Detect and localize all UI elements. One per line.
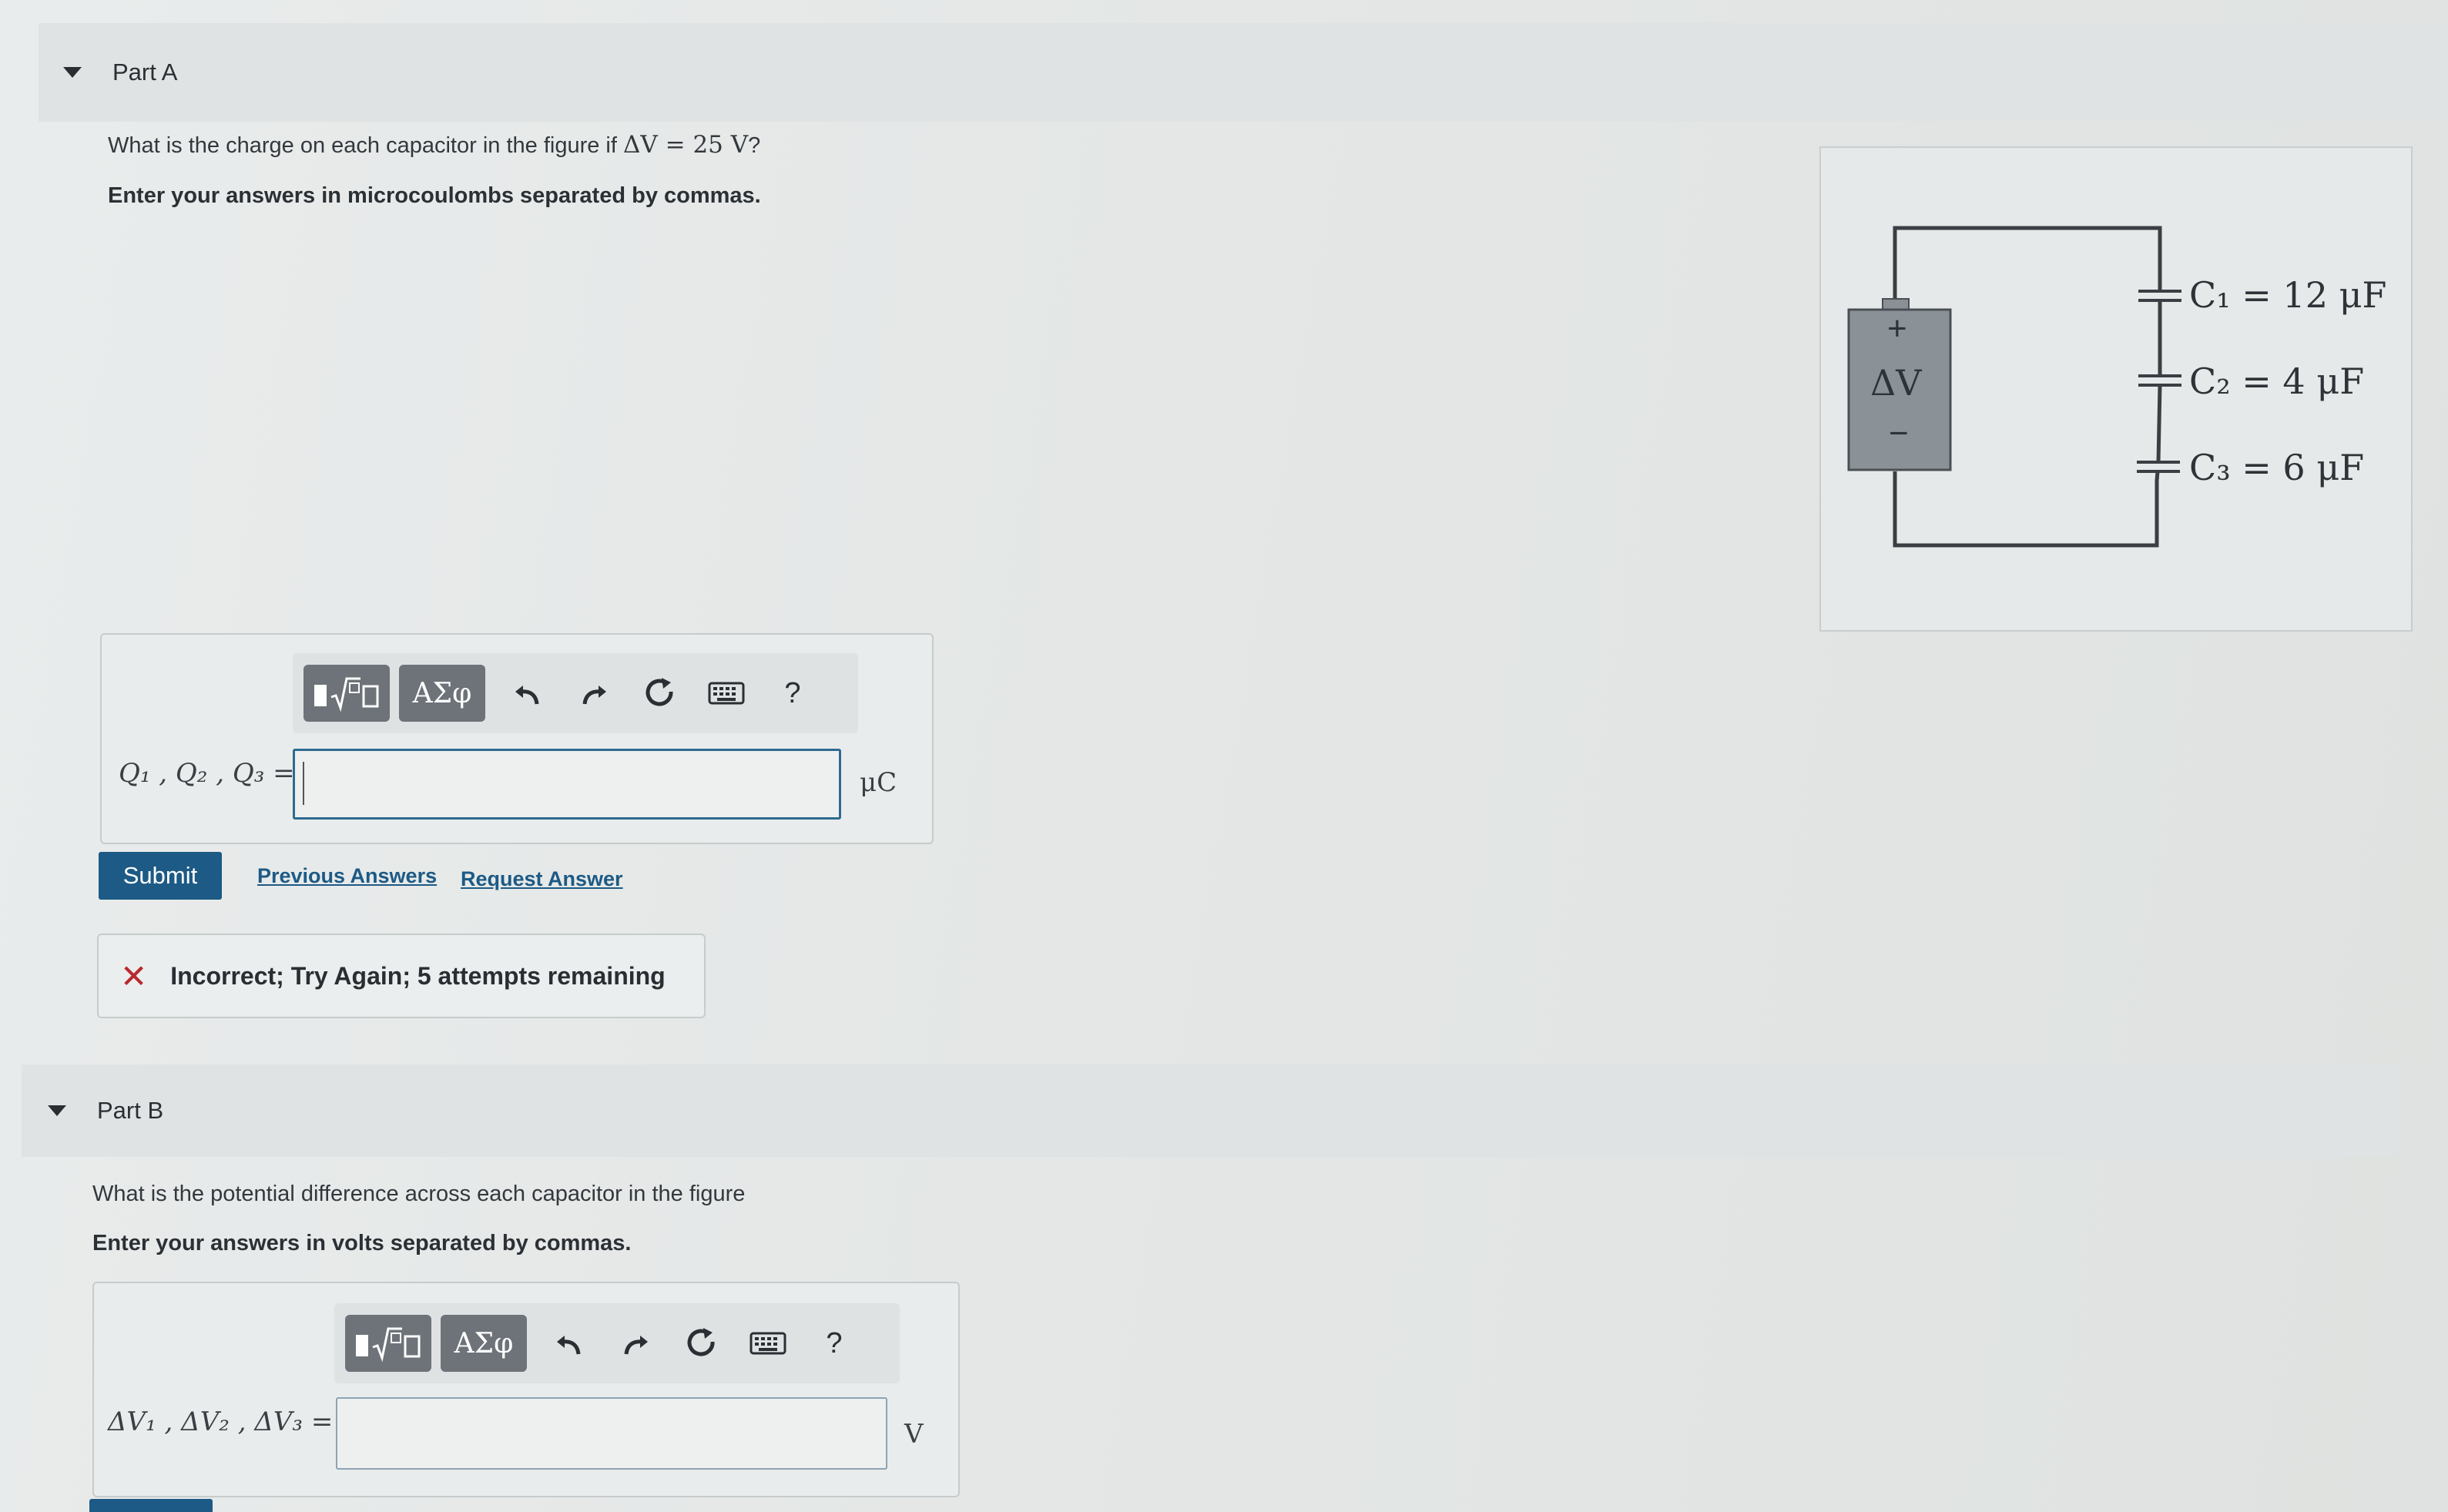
part-a-question: What is the charge on each capacitor in … <box>108 131 761 159</box>
part-a-answer-label: Q₁ , Q₂ , Q₃ = <box>119 758 295 789</box>
keyboard-icon[interactable] <box>693 665 760 722</box>
capacitor-c3-label: C₃ = 6 μF <box>2189 447 2365 488</box>
collapse-caret-icon[interactable] <box>63 67 82 78</box>
part-b-answer-label: ΔV₁ , ΔV₂ , ΔV₃ = <box>108 1406 334 1437</box>
part-a-answer-input[interactable] <box>293 749 841 820</box>
text-cursor <box>303 762 304 805</box>
part-b-question: What is the potential difference across … <box>92 1182 746 1206</box>
help-icon[interactable]: ? <box>760 665 826 722</box>
delta-v-value: ΔV = 25 V <box>623 131 749 159</box>
part-b-math-toolbar: ΑΣφ ? <box>334 1303 900 1383</box>
part-b-instruction: Enter your answers in volts separated by… <box>92 1231 632 1256</box>
previous-answers-link[interactable]: Previous Answers <box>257 864 437 888</box>
feedback-message: Incorrect; Try Again; 5 attempts remaini… <box>170 961 666 990</box>
request-answer-link[interactable]: Request Answer <box>461 867 623 891</box>
undo-icon[interactable] <box>536 1315 602 1372</box>
help-icon[interactable]: ? <box>801 1315 867 1372</box>
part-b-unit: V <box>904 1419 924 1450</box>
capacitor-c1-label: C₁ = 12 μF <box>2189 274 2387 316</box>
redo-icon[interactable] <box>561 665 627 722</box>
part-a-instruction: Enter your answers in microcoulombs sepa… <box>108 183 761 208</box>
reset-icon[interactable] <box>669 1315 735 1372</box>
part-a-title: Part A <box>112 59 178 85</box>
templates-button[interactable] <box>345 1315 431 1372</box>
circuit-figure: + ΔV − C₁ = 12 μF C₂ = 4 μF C₃ = 6 μF <box>1819 146 2413 632</box>
incorrect-feedback: ✕ Incorrect; Try Again; 5 attempts remai… <box>97 934 706 1018</box>
keyboard-icon[interactable] <box>735 1315 801 1372</box>
part-b-header[interactable]: Part B <box>22 1064 2399 1157</box>
undo-icon[interactable] <box>495 665 561 722</box>
templates-button[interactable] <box>303 665 390 722</box>
part-a-unit: μC <box>860 767 897 798</box>
redo-icon[interactable] <box>602 1315 669 1372</box>
reset-icon[interactable] <box>627 665 693 722</box>
template-sqrt-icon <box>314 677 379 712</box>
battery-plus-sign: + <box>1887 310 1907 347</box>
battery-minus-sign: − <box>1889 414 1909 452</box>
collapse-caret-icon[interactable] <box>48 1105 66 1116</box>
battery-label: ΔV <box>1870 362 1922 404</box>
part-b-answer-input[interactable] <box>336 1397 887 1470</box>
error-x-icon: ✕ <box>120 957 148 994</box>
template-sqrt-icon <box>356 1327 421 1363</box>
submit-button[interactable]: Submit <box>99 852 222 900</box>
part-b-submit-button[interactable] <box>89 1499 213 1512</box>
capacitor-c2-label: C₂ = 4 μF <box>2189 360 2365 402</box>
part-b-title: Part B <box>97 1097 164 1124</box>
part-a-math-toolbar: ΑΣφ ? <box>293 653 858 733</box>
greek-symbols-button[interactable]: ΑΣφ <box>399 665 485 722</box>
part-a-header[interactable]: Part A <box>39 23 2448 122</box>
greek-symbols-button[interactable]: ΑΣφ <box>441 1315 527 1372</box>
